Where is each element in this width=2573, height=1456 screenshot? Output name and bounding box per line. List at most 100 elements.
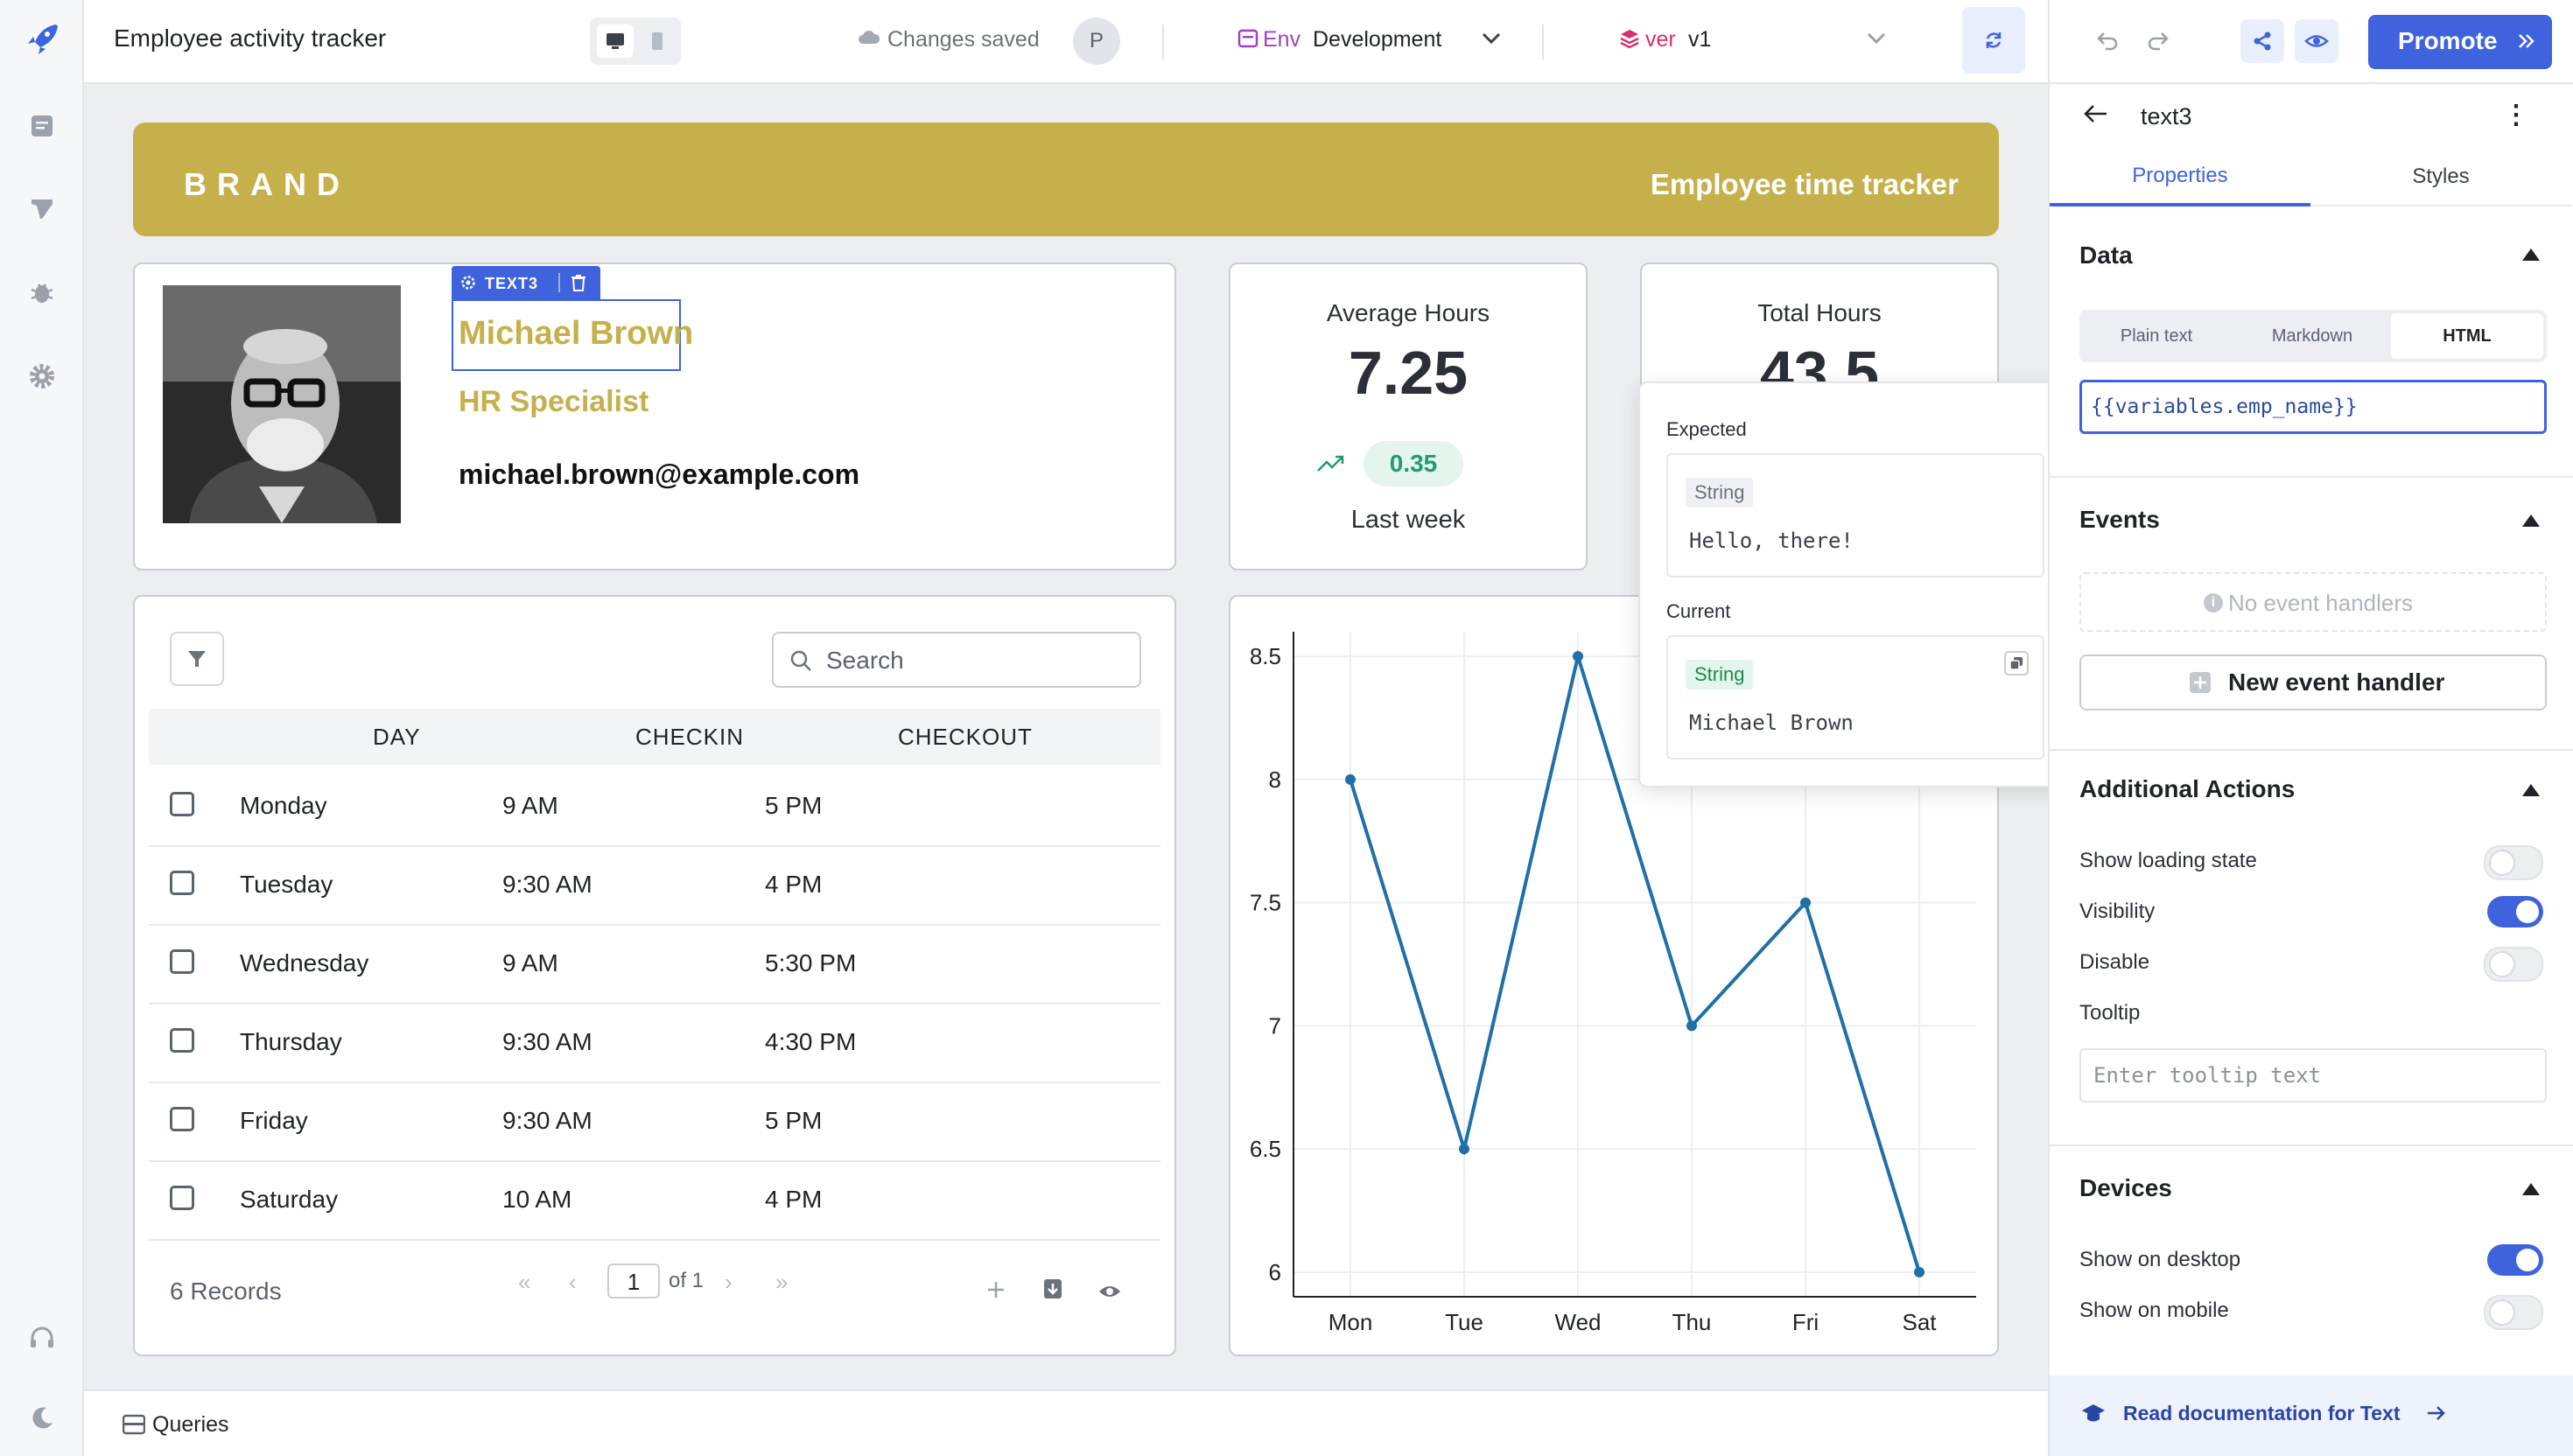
- table-row[interactable]: Saturday 10 AM 4 PM: [149, 1160, 1160, 1241]
- row-checkbox[interactable]: [170, 1107, 194, 1131]
- total-hours-title: Total Hours: [1757, 299, 1882, 326]
- table-row[interactable]: Wednesday 9 AM 5:30 PM: [149, 924, 1160, 1004]
- preview-eye-icon[interactable]: [2295, 19, 2338, 63]
- gear-icon[interactable]: [460, 275, 476, 290]
- text-expression-input[interactable]: {{variables.emp_name}}: [2079, 380, 2547, 434]
- support-headset-icon[interactable]: [25, 1321, 60, 1356]
- new-event-handler-button[interactable]: New event handler: [2079, 654, 2547, 710]
- mobile-view-icon[interactable]: [639, 24, 676, 58]
- average-hours-title: Average Hours: [1326, 299, 1490, 326]
- env-icon: [1237, 28, 1258, 49]
- row-checkbox[interactable]: [170, 949, 194, 974]
- show-mobile-toggle[interactable]: [2484, 1295, 2543, 1330]
- share-icon[interactable]: [2240, 19, 2284, 63]
- promote-button[interactable]: Promote: [2368, 15, 2552, 69]
- show-mobile-label: Show on mobile: [2079, 1298, 2229, 1322]
- x-tick-label: Tue: [1445, 1309, 1483, 1335]
- visibility-toggle[interactable]: [2487, 896, 2543, 928]
- properties-panel: text3 ⋮ Properties Styles Data Plain tex…: [2048, 84, 2573, 1456]
- y-tick-label: 6: [1269, 1259, 1281, 1285]
- redo-icon[interactable]: [2146, 28, 2170, 52]
- column-header-checkin[interactable]: CHECKIN: [635, 709, 744, 765]
- queries-icon[interactable]: [25, 191, 60, 226]
- x-tick-label: Sat: [1902, 1309, 1937, 1335]
- filter-icon[interactable]: [170, 632, 224, 686]
- search-input[interactable]: Search: [772, 632, 1141, 688]
- save-status: Changes saved: [887, 27, 1040, 52]
- trash-icon[interactable]: [571, 274, 586, 291]
- version-label: ver: [1645, 27, 1676, 52]
- y-tick-label: 6.5: [1250, 1136, 1281, 1162]
- table-row[interactable]: Monday 9 AM 5 PM: [149, 766, 1160, 847]
- collapse-caret-icon[interactable]: [2522, 1183, 2540, 1195]
- mode-plain-text[interactable]: Plain text: [2079, 310, 2233, 362]
- page-input[interactable]: 1: [607, 1264, 660, 1298]
- no-events-placeholder: i No event handlers: [2079, 572, 2547, 632]
- column-visibility-eye-icon[interactable]: [1097, 1279, 1122, 1300]
- copy-icon[interactable]: [2004, 651, 2029, 676]
- next-page-icon[interactable]: ›: [725, 1269, 733, 1296]
- settings-gear-icon[interactable]: [25, 359, 60, 394]
- add-row-plus-icon[interactable]: [985, 1279, 1006, 1300]
- tooltip-input[interactable]: Enter tooltip text: [2079, 1048, 2547, 1102]
- loading-state-toggle[interactable]: [2484, 845, 2543, 880]
- collapse-caret-icon[interactable]: [2522, 248, 2540, 261]
- expected-label: Expected: [1666, 418, 1747, 440]
- cell-checkout: 5 PM: [765, 792, 823, 819]
- more-menu-icon[interactable]: ⋮: [2503, 100, 2529, 130]
- employee-email: michael.brown@example.com: [459, 458, 860, 490]
- desktop-view-icon[interactable]: [597, 24, 634, 58]
- divider: [1162, 24, 1164, 60]
- dark-mode-moon-icon[interactable]: [25, 1400, 60, 1435]
- user-avatar[interactable]: P: [1073, 18, 1120, 65]
- period-label: Last week: [1350, 506, 1466, 534]
- show-desktop-label: Show on desktop: [2079, 1248, 2241, 1271]
- layout-switch: [590, 18, 681, 65]
- download-icon[interactable]: [1041, 1278, 1064, 1302]
- app-title[interactable]: Employee activity tracker: [114, 24, 386, 52]
- arrow-right-icon[interactable]: [2426, 1405, 2447, 1421]
- table-body: Monday 9 AM 5 PM Tuesday 9:30 AM 4 PM We…: [149, 766, 1160, 1241]
- row-checkbox[interactable]: [170, 1186, 194, 1210]
- debugger-bug-icon[interactable]: [25, 275, 60, 310]
- table-row[interactable]: Tuesday 9:30 AM 4 PM: [149, 845, 1160, 926]
- documentation-link[interactable]: Read documentation for Text: [2123, 1402, 2401, 1425]
- undo-icon[interactable]: [2095, 28, 2120, 52]
- current-box: String Michael Brown: [1666, 635, 2044, 760]
- collapse-caret-icon[interactable]: [2522, 514, 2540, 527]
- show-desktop-toggle[interactable]: [2487, 1244, 2543, 1276]
- component-name[interactable]: text3: [2141, 103, 2192, 130]
- trending-up-icon: [1316, 453, 1346, 474]
- disable-toggle[interactable]: [2484, 947, 2543, 982]
- cell-checkout: 4 PM: [765, 1186, 823, 1213]
- rocket-logo-icon[interactable]: [21, 19, 63, 61]
- tab-properties[interactable]: Properties: [2050, 145, 2310, 206]
- row-checkbox[interactable]: [170, 1028, 194, 1053]
- back-arrow-icon[interactable]: [2083, 103, 2109, 124]
- env-select[interactable]: Development: [1313, 27, 1441, 52]
- text-mode-switch: Plain text Markdown HTML: [2079, 310, 2547, 362]
- table-row[interactable]: Friday 9:30 AM 5 PM: [149, 1082, 1160, 1162]
- row-checkbox[interactable]: [170, 792, 194, 816]
- mode-markdown[interactable]: Markdown: [2235, 310, 2389, 362]
- x-tick-label: Mon: [1329, 1309, 1373, 1335]
- column-header-checkout[interactable]: CHECKOUT: [898, 709, 1033, 765]
- first-page-icon[interactable]: «: [518, 1269, 530, 1296]
- collapse-caret-icon[interactable]: [2522, 784, 2540, 796]
- env-chevron-down-icon[interactable]: [1481, 32, 1502, 46]
- refresh-sync-icon[interactable]: [1962, 7, 2025, 74]
- queries-bar[interactable]: Queries: [84, 1390, 2048, 1456]
- row-checkbox[interactable]: [170, 871, 194, 895]
- cell-checkin: 9 AM: [502, 792, 558, 819]
- pages-icon[interactable]: [25, 108, 60, 144]
- tab-styles[interactable]: Styles: [2310, 145, 2571, 206]
- version-chevron-down-icon[interactable]: [1866, 32, 1887, 46]
- prev-page-icon[interactable]: ‹: [569, 1269, 577, 1296]
- last-page-icon[interactable]: »: [775, 1269, 788, 1296]
- version-select[interactable]: v1: [1688, 27, 1711, 52]
- table-row[interactable]: Thursday 9:30 AM 4:30 PM: [149, 1003, 1160, 1083]
- selected-text-component[interactable]: TEXT3 Michael Brown: [452, 266, 693, 371]
- attendance-table-card: Search DAY CHECKIN CHECKOUT Monday 9 AM …: [133, 595, 1176, 1356]
- mode-html[interactable]: HTML: [2391, 313, 2543, 359]
- column-header-day[interactable]: DAY: [373, 709, 421, 765]
